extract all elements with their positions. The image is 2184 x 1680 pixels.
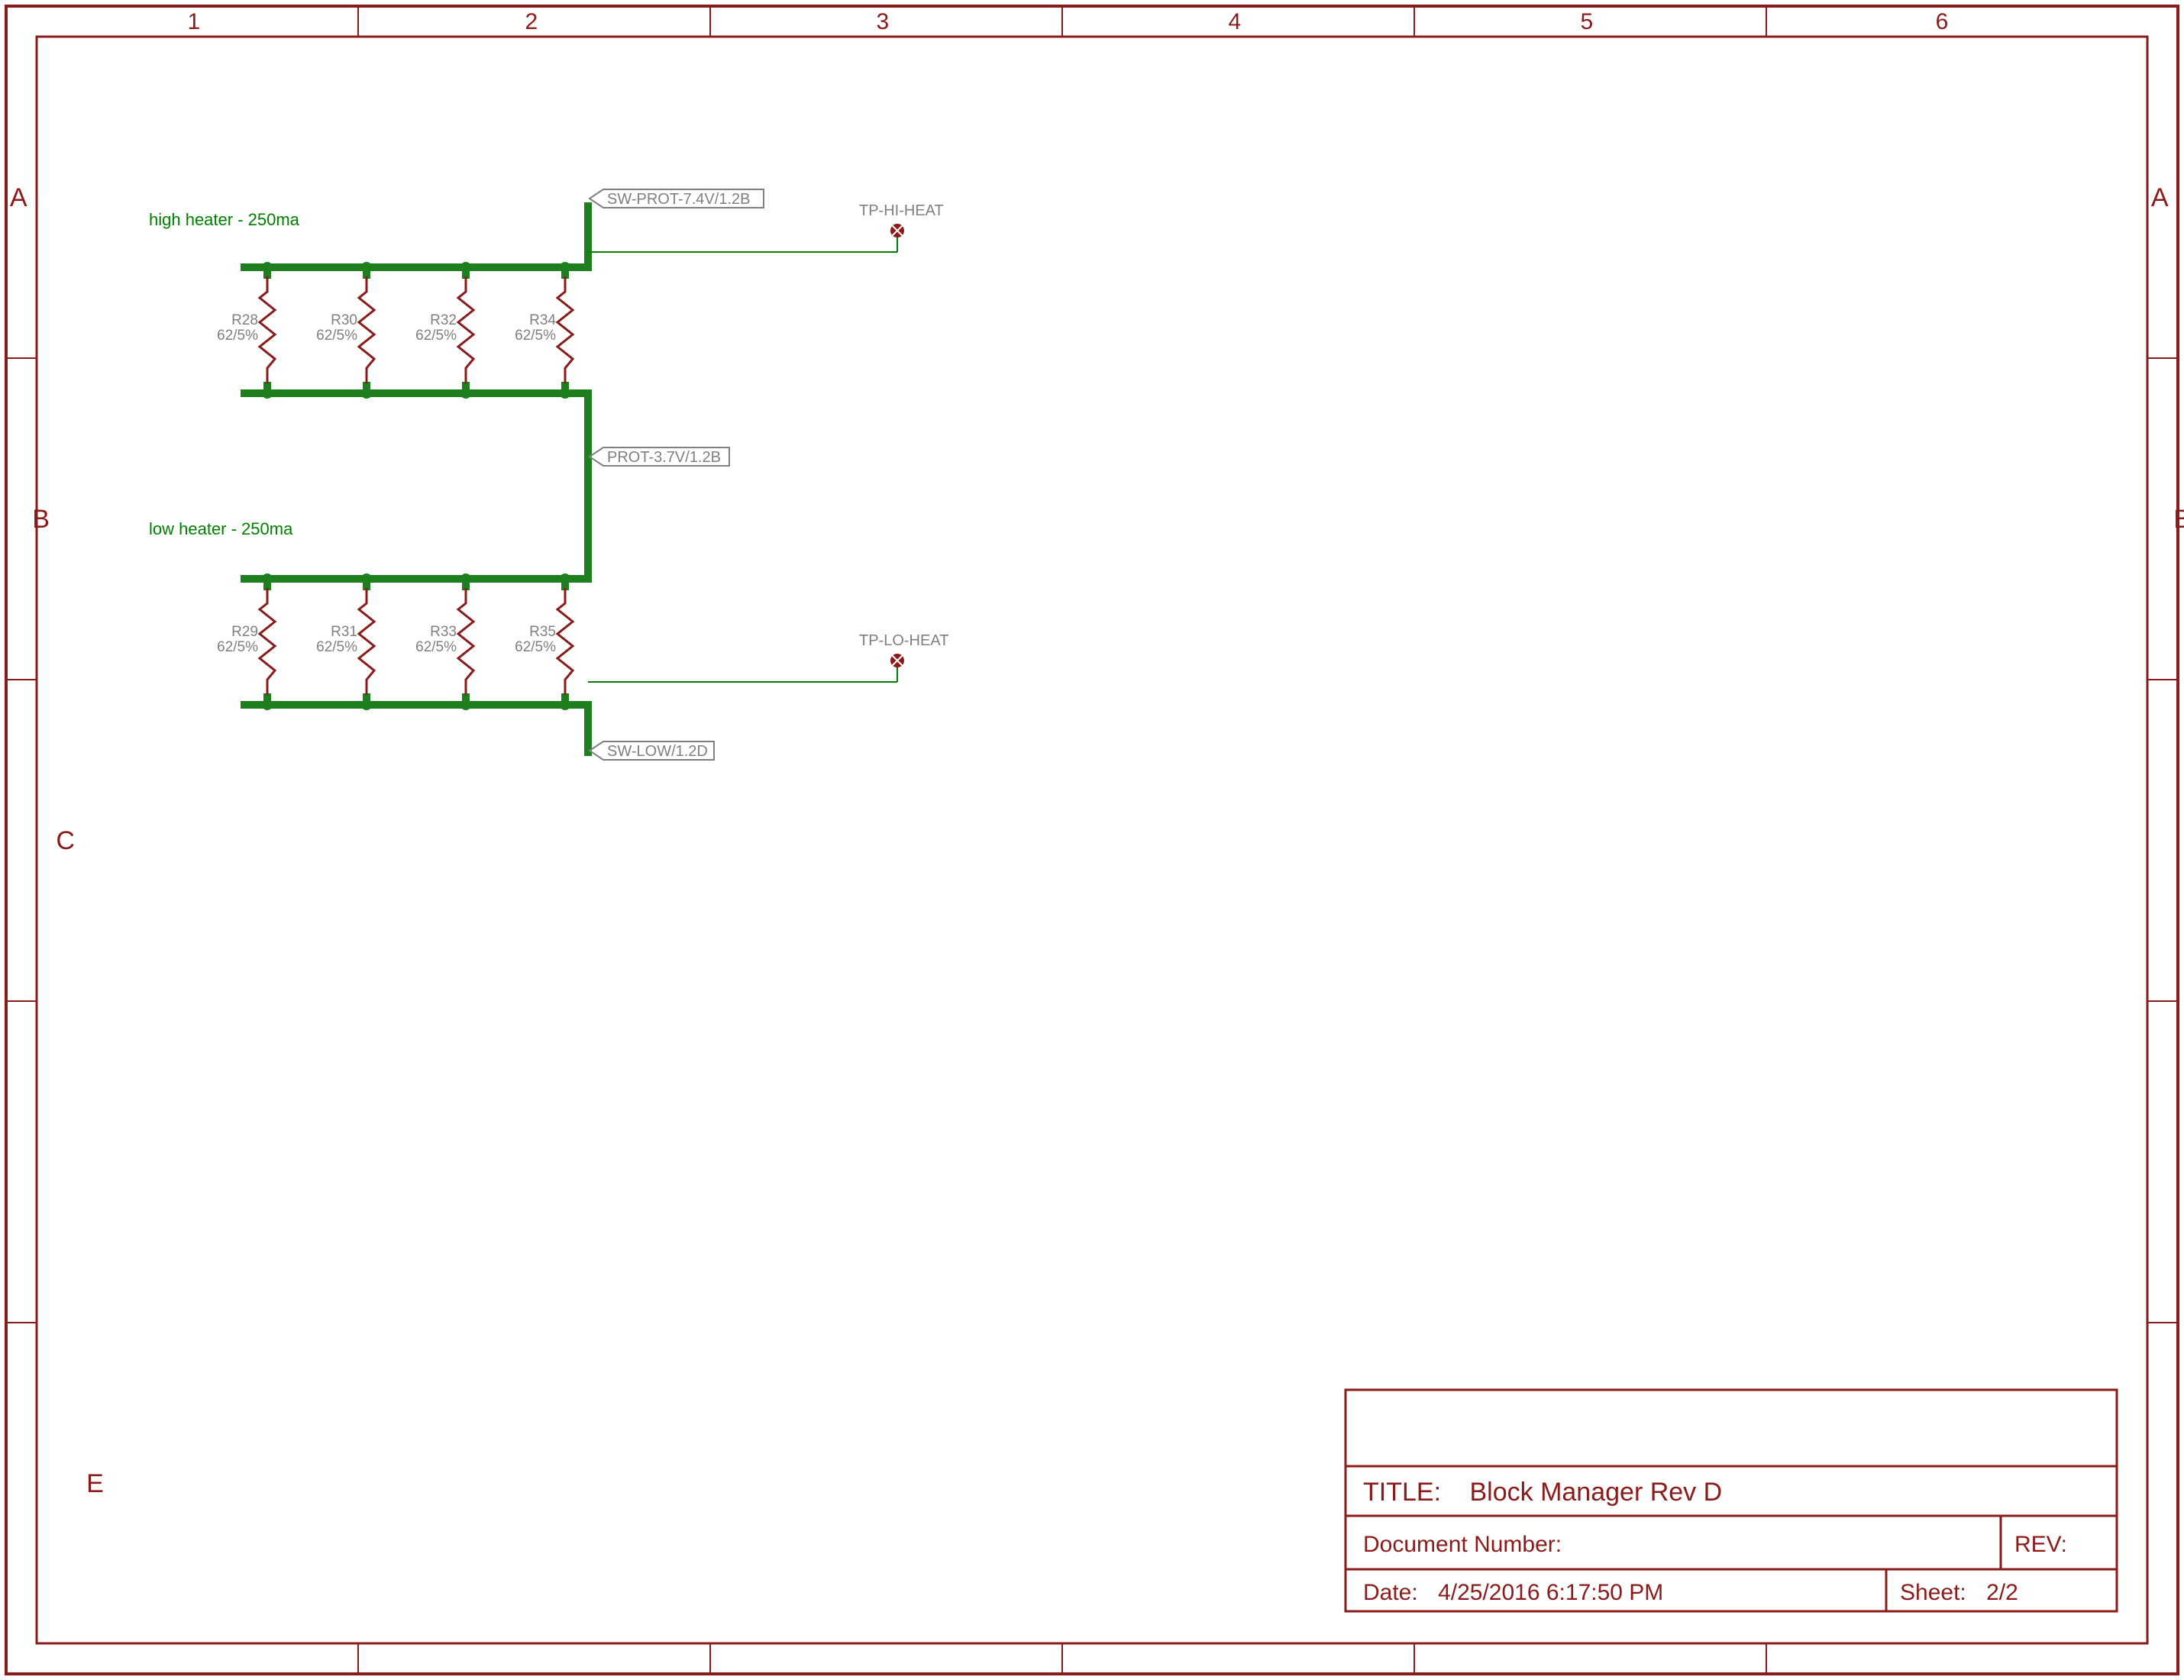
net-label-sw-low: SW-LOW/1.2D xyxy=(590,741,714,760)
svg-text:R28: R28 xyxy=(231,312,258,328)
svg-text:R31: R31 xyxy=(331,624,357,640)
net-label-sw-prot: SW-PROT-7.4V/1.2B xyxy=(590,189,764,208)
row-label: E xyxy=(86,1469,104,1498)
resistor-bank-bottom: R29 62/5% R31 62/5% R33 62/5% R35 62/5% xyxy=(217,573,573,710)
title-block: TITLE: Block Manager Rev D Document Numb… xyxy=(1346,1390,2117,1611)
test-point-hi: TP-HI-HEAT xyxy=(859,202,944,237)
svg-text:62/5%: 62/5% xyxy=(217,328,258,344)
date-value: 4/25/2016 6:17:50 PM xyxy=(1438,1580,1663,1605)
svg-text:R34: R34 xyxy=(529,312,556,328)
title-value: Block Manager Rev D xyxy=(1469,1478,1722,1507)
svg-text:62/5%: 62/5% xyxy=(515,639,556,655)
svg-text:Sheet: 2/2: Sheet: 2/2 xyxy=(1900,1580,2018,1605)
svg-text:R29: R29 xyxy=(231,624,258,640)
svg-text:TP-LO-HEAT: TP-LO-HEAT xyxy=(859,632,948,649)
title-label: TITLE: xyxy=(1363,1478,1441,1507)
rev-label: REV: xyxy=(2014,1532,2067,1557)
svg-text:Date: 4/25/2016 6:17:50: Date: 4/25/2016 6:17:50 PM xyxy=(1363,1580,1663,1605)
svg-text:PROT-3.7V/1.2B: PROT-3.7V/1.2B xyxy=(607,449,721,466)
sheet-value: 2/2 xyxy=(1986,1580,2018,1605)
col-label: 2 xyxy=(525,9,538,34)
svg-text:TP-HI-HEAT: TP-HI-HEAT xyxy=(859,202,944,219)
svg-text:62/5%: 62/5% xyxy=(415,639,457,655)
svg-text:SW-LOW/1.2D: SW-LOW/1.2D xyxy=(607,743,708,760)
date-label: Date: xyxy=(1363,1580,1418,1605)
row-label: C xyxy=(56,826,75,855)
svg-text:R33: R33 xyxy=(430,624,457,640)
top-bus xyxy=(244,206,588,752)
col-label: 1 xyxy=(187,9,200,34)
col-label: 4 xyxy=(1228,9,1241,34)
svg-text:TITLE: Block Manager Rev: TITLE: Block Manager Rev D xyxy=(1363,1478,1722,1507)
svg-text:R30: R30 xyxy=(331,312,357,328)
svg-text:62/5%: 62/5% xyxy=(316,639,357,655)
col-label: 5 xyxy=(1580,9,1593,34)
col-label: 3 xyxy=(876,9,889,34)
sheet-label: Sheet: xyxy=(1900,1580,1966,1605)
svg-text:62/5%: 62/5% xyxy=(515,328,556,344)
svg-text:62/5%: 62/5% xyxy=(316,328,357,344)
net-label-prot: PROT-3.7V/1.2B xyxy=(590,447,729,466)
low-heater-label: low heater - 250ma xyxy=(149,519,293,538)
row-label: A xyxy=(10,183,27,212)
row-label: B xyxy=(32,505,50,534)
svg-text:1 2 3 4: 1 2 3 4 5 6 xyxy=(187,9,1948,34)
svg-text:62/5%: 62/5% xyxy=(217,639,258,655)
test-point-lo: TP-LO-HEAT xyxy=(859,632,948,667)
svg-text:R32: R32 xyxy=(430,312,457,328)
drawing-frame: 1 2 3 4 5 6 A B C E A B C D E xyxy=(6,6,2184,1674)
resistor-bank-top: R28 62/5% R30 62/5% R32 62/5% R34 62/5% xyxy=(217,262,573,399)
svg-text:62/5%: 62/5% xyxy=(415,328,457,344)
svg-text:R35: R35 xyxy=(529,624,556,640)
col-label: 6 xyxy=(1936,9,1949,34)
docnum-label: Document Number: xyxy=(1363,1532,1562,1557)
row-label: B xyxy=(2173,505,2184,534)
schematic-sheet: 1 2 3 4 5 6 A B C E A B C D E high heate… xyxy=(0,0,2184,1680)
high-heater-label: high heater - 250ma xyxy=(149,210,300,229)
row-label: A xyxy=(2151,183,2169,212)
svg-text:SW-PROT-7.4V/1.2B: SW-PROT-7.4V/1.2B xyxy=(607,191,750,208)
svg-text:A B C: A B C E xyxy=(10,183,104,1498)
